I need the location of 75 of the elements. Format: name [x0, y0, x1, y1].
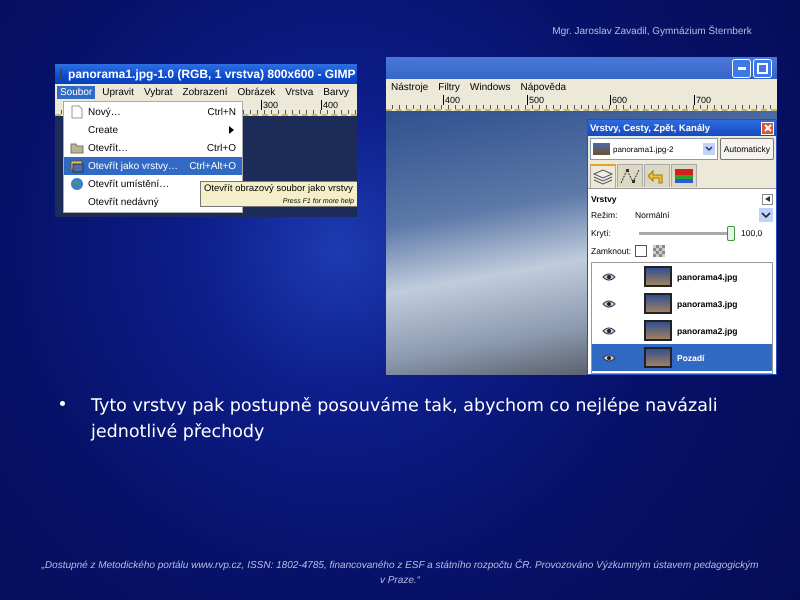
eye-icon[interactable]	[602, 354, 616, 362]
section-title: Vrstvy	[591, 194, 617, 204]
menu-item[interactable]: Otevřít… Ctrl+O	[64, 139, 242, 157]
ruler-label: 500	[527, 95, 544, 105]
menu-bar-item[interactable]: Soubor	[57, 86, 96, 98]
layer-row[interactable]: panorama3.jpg	[592, 290, 772, 317]
eye-icon[interactable]	[602, 300, 616, 308]
document-icon	[71, 105, 83, 119]
author-credit: Mgr. Jaroslav Zavadil, Gymnázium Šternberk	[551, 24, 753, 39]
menu-item[interactable]: Otevřít jako vrstvy… Ctrl+Alt+O	[64, 157, 242, 175]
opacity-value: 100,0	[741, 228, 764, 238]
menu-bar-item[interactable]: Obrázek	[234, 86, 278, 98]
layer-thumbnail	[644, 266, 672, 287]
triangle-icon	[765, 196, 770, 202]
menu-bar-item[interactable]: Nástroje	[388, 80, 432, 94]
layer-row[interactable]: panorama2.jpg	[592, 317, 772, 344]
minimize-button[interactable]	[732, 58, 751, 78]
dropdown-button[interactable]	[759, 208, 773, 222]
lock-checkbox[interactable]	[635, 245, 648, 257]
window-title: panorama1.jpg-1.0 (RGB, 1 vrstva) 800x600 - GIMP	[68, 67, 356, 81]
ruler-label: 400	[321, 100, 338, 110]
image-icon	[70, 160, 84, 172]
image-thumbnail	[593, 143, 610, 155]
alpha-lock-icon	[653, 245, 666, 257]
menu-bar-item[interactable]: Upravit	[99, 86, 137, 98]
channels-icon	[673, 167, 695, 185]
layer-thumbnail	[644, 293, 672, 314]
bullet-icon	[60, 401, 65, 406]
lock-label: Zamknout:	[591, 245, 632, 257]
dock-title: Vrstvy, Cesty, Zpět, Kanály	[590, 122, 710, 134]
menu-bar-item[interactable]: Windows	[466, 80, 514, 94]
maximize-icon	[757, 62, 768, 74]
dock-tab[interactable]	[671, 164, 697, 187]
paths-icon	[619, 167, 641, 185]
layer-row[interactable]: panorama4.jpg	[592, 263, 772, 290]
mode-label: Režim:	[591, 209, 618, 221]
close-icon	[764, 124, 772, 132]
ruler-label: 300	[261, 100, 278, 110]
submenu-arrow-icon	[229, 126, 234, 134]
menu-bar-item[interactable]: Barvy	[320, 86, 352, 98]
layer-thumbnail	[644, 320, 672, 341]
menu-item[interactable]: Nový… Ctrl+N	[64, 103, 242, 121]
globe-icon	[70, 177, 84, 191]
auto-button[interactable]: Automaticky	[720, 138, 774, 160]
ruler-label: 700	[694, 95, 712, 105]
minimize-icon	[738, 66, 746, 70]
ruler-label: 400	[443, 95, 460, 105]
shortcut-label: Ctrl+Alt+O	[189, 160, 236, 172]
menu-bar-item[interactable]: Vrstva	[282, 86, 316, 98]
image-select[interactable]: panorama1.jpg-2	[590, 138, 718, 160]
layer-thumbnail	[644, 347, 672, 368]
mode-select[interactable]: Normální	[631, 210, 753, 220]
maximize-button[interactable]	[753, 58, 772, 78]
bullet-text: Tyto vrstvy pak postupně posouváme tak, abychom co nejlépe navázali jednotlivé přechody	[91, 395, 719, 444]
dock-tab[interactable]	[617, 164, 643, 187]
footer-note: „Dostupné z Metodického portálu www.rvp.cz, ISSN: 1802-4785, financovaného z ESF a státního rozpočtu ČR. Provozováno Výzkumným ústavem pedagogickým v Praze.“	[40, 558, 760, 588]
layers-icon	[592, 168, 614, 186]
dock-tab[interactable]	[590, 164, 616, 188]
ruler-label: 600	[610, 95, 628, 105]
tooltip-text: Otevřít obrazový soubor jako vrstvy	[204, 183, 354, 194]
tab-menu-button[interactable]	[762, 194, 773, 204]
menu-bar-item[interactable]: Zobrazení	[179, 86, 230, 98]
opacity-label: Krytí:	[591, 227, 612, 239]
menu-bar-item[interactable]: Filtry	[435, 80, 463, 94]
menu-item[interactable]: Create	[64, 121, 242, 139]
slider-thumb[interactable]	[727, 226, 735, 240]
menu-bar-item[interactable]: Nápověda	[518, 80, 570, 94]
eye-icon[interactable]	[602, 272, 616, 280]
eye-icon[interactable]	[602, 326, 616, 334]
shortcut-label: Ctrl+O	[206, 142, 236, 154]
menu-bar-item[interactable]: Vybrat	[140, 86, 176, 98]
shortcut-label: Ctrl+N	[207, 106, 236, 118]
close-button[interactable]	[761, 122, 774, 134]
layer-row[interactable]: Pozadí	[592, 344, 772, 371]
folder-icon	[70, 142, 84, 154]
